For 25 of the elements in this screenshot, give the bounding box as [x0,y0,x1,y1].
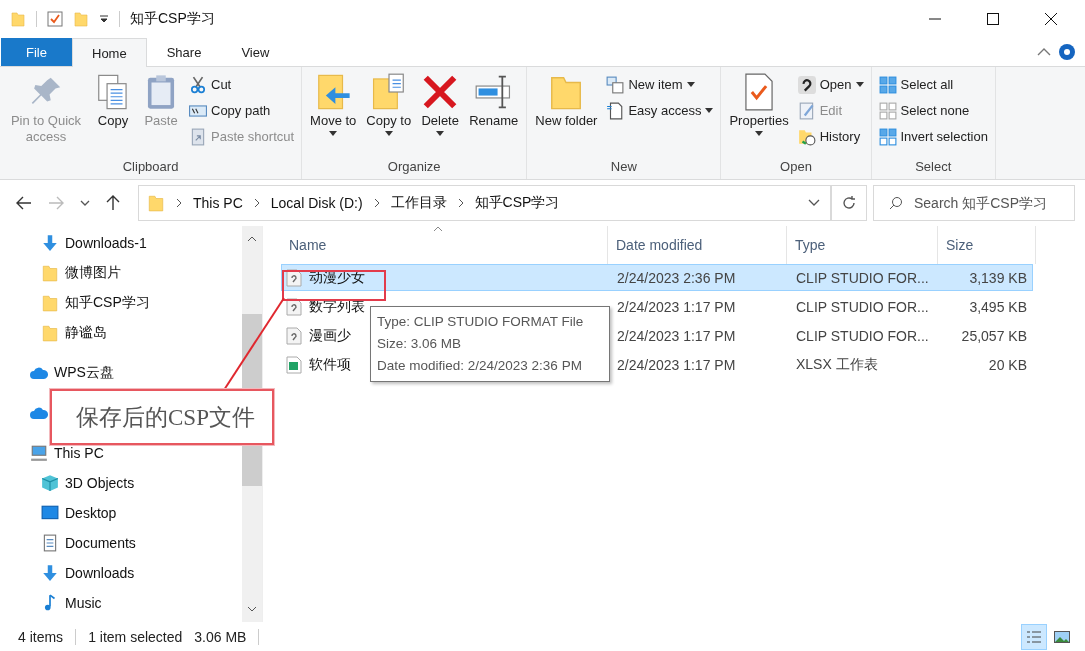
item-count: 4 items [18,628,64,645]
table-cell-text: 25,057 KB [960,327,1028,344]
group-label: Clipboard [121,159,180,176]
group-label: Open [779,159,813,176]
group-label: New [609,159,638,176]
table-cell-text: CLIP STUDIO FOR... [795,298,930,315]
file-name: 漫画少 [309,326,351,345]
table-cell-text: XLSX 工作表 [795,355,879,374]
table-cell-text: CLIP STUDIO FOR... [795,269,930,286]
table-cell-text: 3,495 KB [968,298,1028,315]
table-cell-text: 2/24/2023 2:36 PM [616,269,737,286]
table-cell-text: 20 KB [987,356,1028,373]
file-name: 软件项 [309,355,351,374]
selection-info: 1 item selected [88,628,183,645]
table-cell-text: 3,139 KB [968,269,1028,286]
table-cell-text: CLIP STUDIO FOR... [795,327,930,344]
tooltip: Type: CLIP STUDIO FORMAT File Size: 3.06 MB Date modified: 2/24/2023 2:36 PM [370,306,610,382]
group-label: Select [914,159,953,176]
selection-size: 3.06 MB [194,628,247,645]
window-title: 知乎CSP学习 [130,10,215,28]
table-cell-text: 2/24/2023 1:17 PM [616,327,737,344]
table-cell-text: 2/24/2023 1:17 PM [616,356,737,373]
group-label: Organize [386,159,442,176]
table-cell-text: 2/24/2023 1:17 PM [616,298,737,315]
annotation-tooltip: 保存后的CSP文件 [50,389,274,445]
